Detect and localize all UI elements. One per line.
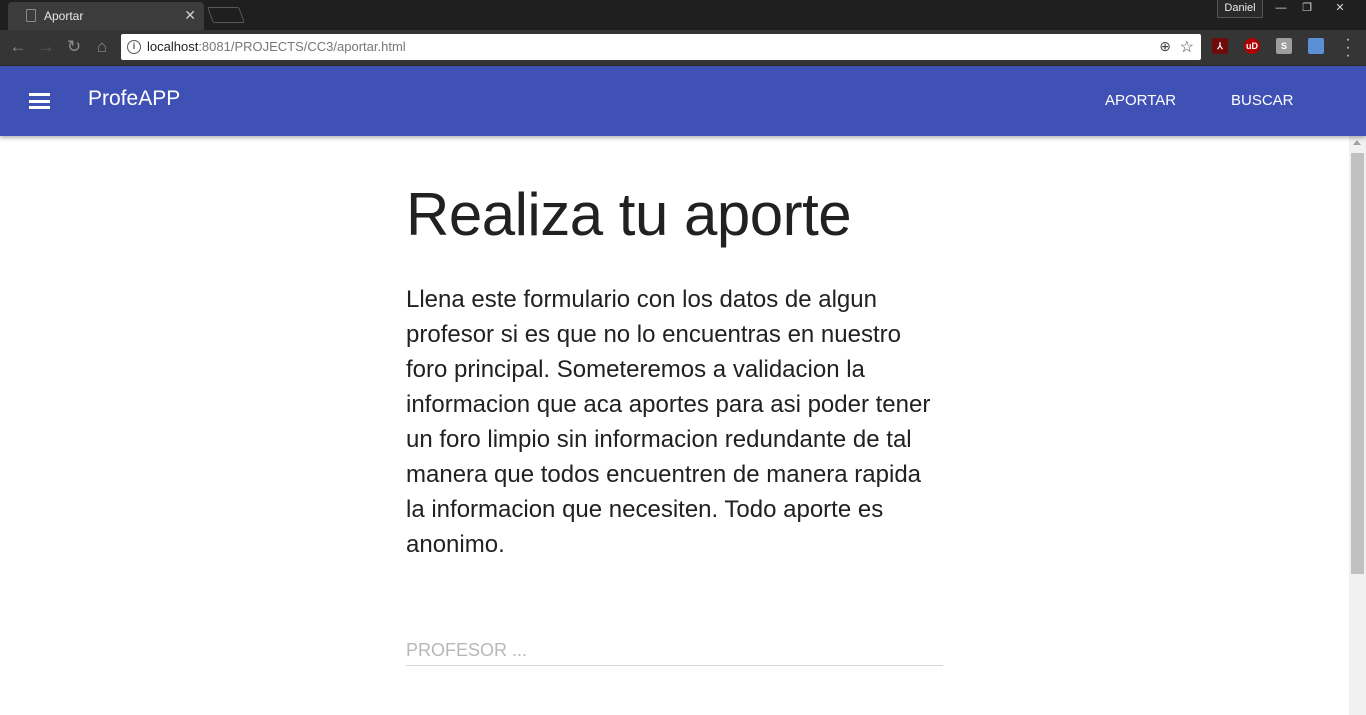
browser-menu-icon[interactable]: · · ·	[1340, 32, 1356, 64]
window-close-icon[interactable]: ✕	[1325, 0, 1355, 18]
screenshot-extension-icon[interactable]	[1308, 38, 1324, 54]
profesor-input[interactable]	[406, 636, 943, 666]
back-arrow-icon[interactable]: ←	[8, 37, 28, 57]
zoom-icon[interactable]: ⊕	[1159, 38, 1171, 55]
bookmark-star-icon[interactable]: ☆	[1180, 37, 1194, 57]
hamburger-menu-icon[interactable]	[29, 93, 50, 109]
profile-button[interactable]: Daniel	[1217, 0, 1263, 18]
nav-link-aportar[interactable]: APORTAR	[1105, 92, 1176, 109]
ublock-extension-icon[interactable]: uD	[1244, 38, 1260, 54]
tab-close-icon[interactable]: ✕	[184, 7, 196, 24]
browser-tab[interactable]: Aportar ✕	[8, 2, 204, 30]
browser-toolbar: ← → ↻ ⌂ i localhost:8081/PROJECTS/CC3/ap…	[0, 30, 1366, 66]
app-bar: ProfeAPP APORTAR BUSCAR	[0, 66, 1366, 136]
restore-icon[interactable]: ❐	[1292, 0, 1322, 18]
reload-icon[interactable]: ↻	[64, 37, 84, 57]
url-path: :8081/PROJECTS/CC3/aportar.html	[198, 39, 406, 54]
site-info-icon[interactable]: i	[127, 40, 141, 54]
nav-link-buscar[interactable]: BUSCAR	[1231, 92, 1294, 109]
home-icon[interactable]: ⌂	[92, 37, 112, 57]
s-extension-icon[interactable]: S	[1276, 38, 1292, 54]
page-scrollbar-thumb[interactable]	[1351, 153, 1364, 574]
new-tab-button[interactable]	[207, 7, 245, 23]
url-text[interactable]: localhost:8081/PROJECTS/CC3/aportar.html	[147, 39, 406, 54]
page-title: Realiza tu aporte	[406, 181, 852, 248]
tab-title: Aportar	[44, 9, 84, 23]
page-icon	[26, 9, 36, 22]
url-host: localhost	[147, 39, 199, 54]
forward-arrow-icon[interactable]: →	[36, 37, 56, 57]
intro-paragraph: Llena este formulario con los datos de a…	[406, 286, 931, 558]
pdf-extension-icon[interactable]: ⅄	[1212, 38, 1228, 54]
app-brand[interactable]: ProfeAPP	[88, 87, 180, 111]
address-bar[interactable]: i localhost:8081/PROJECTS/CC3/aportar.ht…	[121, 34, 1201, 60]
browser-tab-strip: Aportar ✕ Daniel — ❐ ✕	[0, 0, 1366, 30]
scroll-up-arrow-icon[interactable]	[1353, 140, 1361, 145]
